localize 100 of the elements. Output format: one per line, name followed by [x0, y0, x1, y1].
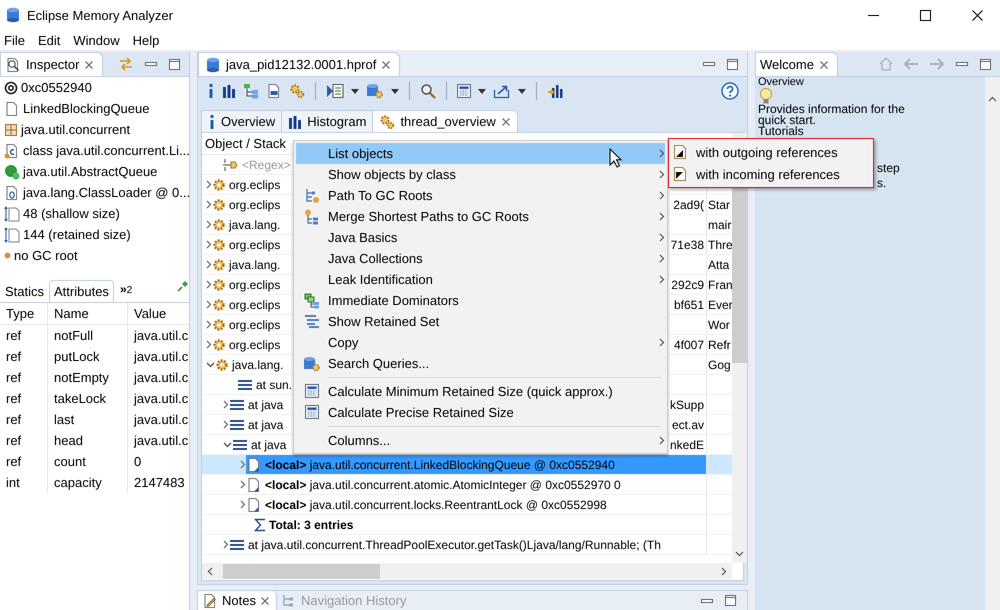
- menu-item[interactable]: Window: [73, 32, 120, 48]
- menu-item[interactable]: File: [4, 32, 25, 48]
- expand-icon[interactable]: [206, 340, 212, 349]
- close-icon[interactable]: [500, 116, 511, 126]
- expand-icon[interactable]: [206, 220, 212, 229]
- dominator-tree-icon[interactable]: [243, 83, 259, 99]
- welcome-tab[interactable]: Welcome: [755, 52, 838, 76]
- menu-item[interactable]: Edit: [38, 32, 60, 48]
- menu-item[interactable]: Help: [132, 32, 160, 48]
- section-heading[interactable]: Overview: [758, 77, 982, 88]
- menu-item[interactable]: Java Collections: [296, 248, 665, 269]
- result-tab[interactable]: thread_overview: [372, 110, 518, 132]
- minimize-icon[interactable]: [144, 60, 158, 68]
- minimize-icon[interactable]: [702, 60, 716, 68]
- maximize-icon[interactable]: [724, 594, 737, 607]
- menu-item[interactable]: Calculate Precise Retained Size: [296, 402, 665, 423]
- collapse-icon[interactable]: [206, 362, 215, 368]
- editor-tab[interactable]: java_pid12132.0001.hprof: [198, 52, 400, 76]
- close-icon[interactable]: [381, 60, 392, 70]
- stack-frame-icon: [229, 418, 245, 430]
- chart-icon[interactable]: [547, 83, 563, 99]
- description-text: step: [877, 161, 900, 176]
- menu-item[interactable]: Merge Shortest Paths to GC Roots: [296, 206, 665, 227]
- tree-cell: at java: [248, 398, 284, 412]
- menu-item[interactable]: Calculate Minimum Retained Size (quick approx.): [296, 381, 665, 402]
- query-icon[interactable]: [266, 83, 282, 99]
- horizontal-scrollbar[interactable]: [202, 563, 732, 579]
- expand-icon[interactable]: [206, 300, 212, 309]
- dropdown-icon[interactable]: [351, 88, 359, 94]
- inspector-tab[interactable]: Inspector: [0, 52, 104, 76]
- expand-icon[interactable]: [240, 480, 246, 489]
- collapse-icon[interactable]: [223, 442, 232, 448]
- menu-item[interactable]: Immediate Dominators: [296, 290, 665, 311]
- menu-item[interactable]: Show Retained Set: [296, 311, 665, 332]
- dropdown-icon[interactable]: [518, 88, 526, 94]
- gear-icon: [212, 218, 226, 232]
- info-icon[interactable]: [207, 83, 215, 99]
- expand-icon[interactable]: [240, 460, 246, 469]
- expand-icon[interactable]: [206, 320, 212, 329]
- help-icon[interactable]: [721, 82, 739, 100]
- menu-item[interactable]: with incoming references: [669, 163, 873, 185]
- run-report-icon[interactable]: [326, 83, 344, 99]
- export-icon[interactable]: [493, 83, 511, 99]
- view-tab[interactable]: Notes: [198, 591, 277, 610]
- result-tab[interactable]: Histogram: [281, 110, 372, 132]
- gears-icon[interactable]: [289, 83, 305, 99]
- menu-item[interactable]: Search Queries...: [296, 353, 665, 374]
- section-heading[interactable]: Tutorials: [758, 126, 982, 137]
- dropdown-icon[interactable]: [391, 88, 399, 94]
- menu-item[interactable]: Columns...: [296, 430, 665, 451]
- scroll-left-icon[interactable]: [207, 566, 213, 576]
- minimize-icon[interactable]: [700, 596, 714, 604]
- tab[interactable]: Attributes: [49, 280, 114, 302]
- scroll-up-icon[interactable]: [988, 96, 997, 102]
- expand-icon[interactable]: [223, 400, 229, 409]
- maximize-icon[interactable]: [979, 58, 992, 70]
- menu-item[interactable]: with outgoing references: [669, 141, 873, 163]
- histogram-icon[interactable]: [222, 84, 236, 98]
- expand-icon[interactable]: [206, 260, 212, 269]
- search-icon[interactable]: [420, 83, 436, 99]
- table-cell: java.util.c: [128, 325, 189, 346]
- filter-field[interactable]: <Regex>: [242, 158, 292, 172]
- close-icon[interactable]: [818, 60, 829, 70]
- database-gear-icon: [303, 356, 321, 372]
- maximize-icon[interactable]: [168, 58, 181, 70]
- tree-row[interactable]: Total: 3 entries: [202, 515, 732, 535]
- menu-item[interactable]: List objects: [296, 143, 665, 164]
- tree-row[interactable]: <local> java.util.concurrent.locks.ReentrantLock @ 0xc0552998: [202, 495, 732, 515]
- pin-icon[interactable]: [177, 280, 189, 292]
- expand-icon[interactable]: [223, 540, 229, 549]
- tree-cell: org.eclips: [229, 318, 280, 332]
- expand-icon[interactable]: [206, 200, 212, 209]
- close-icon[interactable]: [260, 596, 270, 606]
- maximize-icon[interactable]: [726, 58, 739, 70]
- scroll-right-icon[interactable]: [721, 566, 727, 576]
- calculator-icon[interactable]: [457, 84, 471, 98]
- dropdown-icon[interactable]: [478, 88, 486, 94]
- expand-icon[interactable]: [206, 180, 212, 189]
- menu-item[interactable]: Path To GC Roots: [296, 185, 665, 206]
- minimize-icon[interactable]: [955, 60, 969, 68]
- close-icon[interactable]: [84, 60, 94, 70]
- expand-icon[interactable]: [206, 240, 212, 249]
- vertical-scrollbar[interactable]: [985, 77, 1000, 610]
- menu-item[interactable]: Show objects by class: [296, 164, 665, 185]
- database-gear-icon[interactable]: [366, 83, 384, 99]
- menu-item[interactable]: Leak Identification: [296, 269, 665, 290]
- table-cell: head: [48, 430, 128, 451]
- expand-icon[interactable]: [206, 280, 212, 289]
- gear-icon: [212, 338, 226, 352]
- tab[interactable]: Statics: [0, 280, 50, 302]
- result-tab[interactable]: Overview: [201, 110, 282, 132]
- tree-row[interactable]: <local> java.util.concurrent.atomic.AtomicInteger @ 0xc0552970 0: [202, 475, 732, 495]
- tree-row[interactable]: <local> java.util.concurrent.LinkedBlockingQueue @ 0xc0552940: [202, 455, 732, 475]
- scroll-down-icon[interactable]: [735, 551, 744, 557]
- expand-icon[interactable]: [223, 420, 229, 429]
- menu-item[interactable]: Java Basics: [296, 227, 665, 248]
- expand-icon[interactable]: [240, 500, 246, 509]
- column-header[interactable]: Object / Stack: [205, 136, 286, 151]
- menu-item[interactable]: Copy: [296, 332, 665, 353]
- tree-cell: at java: [251, 438, 286, 452]
